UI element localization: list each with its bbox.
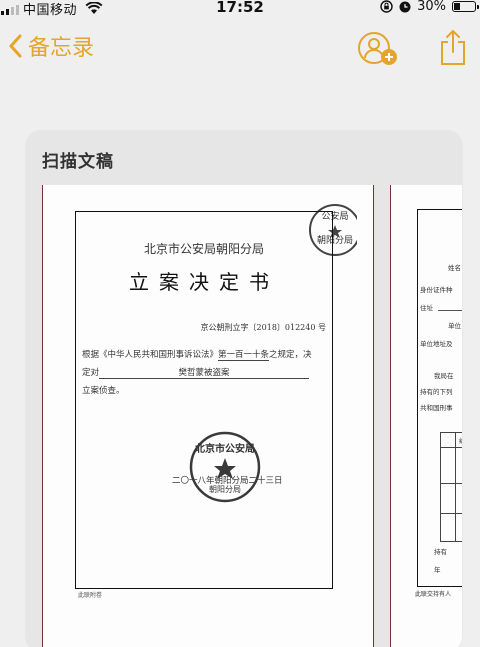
document-number: 京公朝刑立字〔2018〕012240 号 [200, 323, 326, 332]
official-seal: 北京市公安局 朝阳分局 [189, 431, 261, 503]
scan-title: 扫描文稿 [42, 152, 114, 172]
share-icon[interactable] [438, 28, 468, 66]
body-line1-suffix: 之规定，决 [269, 350, 312, 360]
p2-bottom-2: 年 [434, 566, 441, 574]
p2-label-name: 姓名 [448, 264, 461, 272]
document-frame-2: 姓名 身份证件种 住址 单位 单位地址及 我局在 持有的下列 共和国刑事 编号 … [417, 209, 462, 587]
stamp-sub: 朝阳分局 [209, 485, 241, 494]
lock-rotation-icon [380, 0, 393, 13]
body-line1-prefix: 根据《中华人民共和国刑事诉讼法》 [82, 350, 219, 360]
p2-bottom-1: 持有 [434, 548, 447, 556]
battery-icon [452, 1, 479, 12]
scan-page-1[interactable]: 公安局 朝阳分局 北京市公安局朝阳分局 立案决定书 京公朝刑立字〔2018〕01… [42, 185, 374, 647]
navigation-bar: 备忘录 [0, 16, 480, 80]
add-person-icon[interactable] [356, 30, 402, 66]
p2-label-unit: 单位 [448, 322, 461, 330]
document-body: 根据《中华人民共和国刑事诉讼法》第一百一十条之规定，决 定对 樊哲蒙被盗案 立案侦… [82, 350, 328, 404]
scan-page-2[interactable]: 姓名 身份证件种 住址 单位 单位地址及 我局在 持有的下列 共和国刑事 编号 … [390, 185, 462, 647]
p2-line-3: 共和国刑事 [420, 404, 453, 412]
p2-table: 编号 1 [440, 432, 462, 542]
status-bar: 中国移动 17:52 30% [0, 0, 480, 18]
body-line3: 立案侦查。 [82, 386, 125, 396]
body-line2-prefix: 定对 [82, 368, 100, 378]
back-label: 备忘录 [28, 36, 95, 61]
document-footer: 此联附卷 [78, 592, 103, 599]
back-button[interactable]: 备忘录 [8, 30, 94, 62]
alarm-icon [399, 1, 411, 12]
chevron-left-icon [9, 34, 22, 58]
p2-label-address: 住址 [420, 304, 433, 312]
p2-label-id: 身份证件种 [420, 286, 453, 294]
p2-line-1: 我局在 [434, 372, 454, 380]
document-title: 立案决定书 [129, 270, 279, 294]
p2-label-unit-address: 单位地址及 [420, 340, 453, 348]
body-line1-article: 第一百一十条 [218, 350, 270, 362]
p2-footer: 此联交持有人 [415, 591, 452, 598]
body-line2-case: 樊哲蒙被盗案 [99, 368, 310, 380]
document-agency: 北京市公安局朝阳分局 [143, 242, 264, 256]
battery-percent: 30% [417, 0, 446, 14]
stamp-text: 北京市公安局 [195, 442, 255, 455]
scanned-document-card[interactable]: 扫描文稿 公安局 朝阳分局 北京市公安局朝阳分局 立案决定书 京公朝刑立字〔20… [26, 131, 462, 647]
p2-line-2: 持有的下列 [420, 388, 453, 396]
document-frame: 北京市公安局朝阳分局 立案决定书 京公朝刑立字〔2018〕012240 号 根据… [75, 211, 333, 599]
p2-table-head: 编号 [459, 435, 462, 445]
